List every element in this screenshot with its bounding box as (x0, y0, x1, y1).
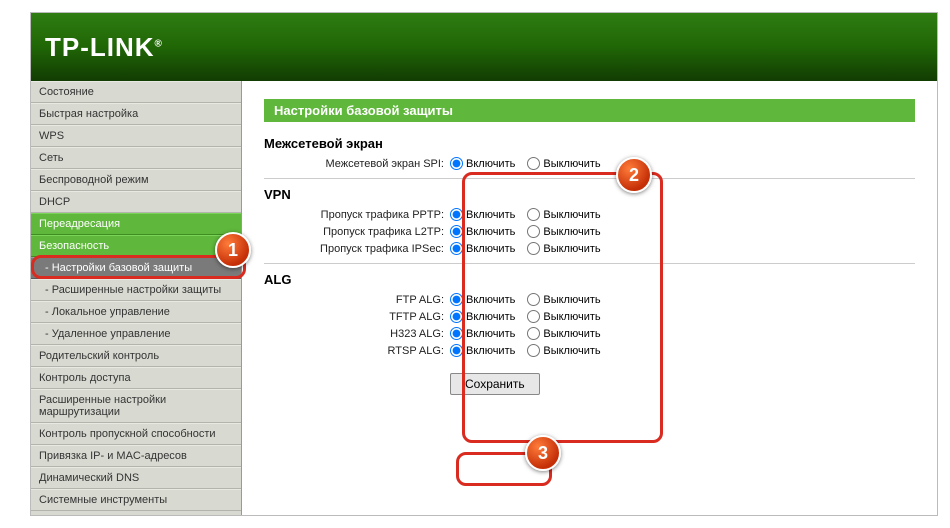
radio-option[interactable]: Выключить (527, 208, 600, 221)
radio-label: Включить (466, 294, 515, 306)
radio-option[interactable]: Выключить (527, 344, 600, 357)
radio-disable[interactable] (527, 225, 540, 238)
radio-label: Выключить (543, 294, 600, 306)
section-vpn-title: VPN (264, 187, 915, 202)
radio-label: Выключить (543, 345, 600, 357)
radio-label: Выключить (543, 243, 600, 255)
radio-enable[interactable] (450, 293, 463, 306)
sidebar-item-1[interactable]: Быстрая настройка (31, 103, 241, 125)
radio-label: Выключить (543, 158, 600, 170)
sidebar-item-4[interactable]: Беспроводной режим (31, 169, 241, 191)
radio-option[interactable]: Включить (450, 344, 515, 357)
sidebar: СостояниеБыстрая настройкаWPSСетьБеспров… (31, 81, 242, 515)
radio-label: Выключить (543, 226, 600, 238)
sidebar-item-10[interactable]: - Локальное управление (31, 301, 241, 323)
sidebar-item-2[interactable]: WPS (31, 125, 241, 147)
sidebar-item-5[interactable]: DHCP (31, 191, 241, 213)
radio-disable[interactable] (527, 157, 540, 170)
setting-label: FTP ALG: (264, 294, 450, 306)
radio-enable[interactable] (450, 225, 463, 238)
radio-enable[interactable] (450, 327, 463, 340)
setting-label: RTSP ALG: (264, 345, 450, 357)
sidebar-item-16[interactable]: Привязка IP- и MAC-адресов (31, 445, 241, 467)
sidebar-item-17[interactable]: Динамический DNS (31, 467, 241, 489)
radio-enable[interactable] (450, 157, 463, 170)
sidebar-item-6[interactable]: Переадресация (31, 213, 241, 235)
sidebar-item-7[interactable]: Безопасность (31, 235, 241, 257)
radio-label: Включить (466, 226, 515, 238)
setting-label: Пропуск трафика PPTP: (264, 209, 450, 221)
sidebar-item-11[interactable]: - Удаленное управление (31, 323, 241, 345)
radio-option[interactable]: Выключить (527, 293, 600, 306)
sidebar-item-12[interactable]: Родительский контроль (31, 345, 241, 367)
radio-option[interactable]: Включить (450, 327, 515, 340)
radio-label: Включить (466, 243, 515, 255)
page-title: Настройки базовой защиты (264, 99, 915, 122)
sidebar-item-3[interactable]: Сеть (31, 147, 241, 169)
radio-option[interactable]: Выключить (527, 225, 600, 238)
radio-disable[interactable] (527, 242, 540, 255)
radio-option[interactable]: Выключить (527, 310, 600, 323)
setting-row: Пропуск трафика L2TP: Включить Выключить (264, 225, 915, 238)
sidebar-item-18[interactable]: Системные инструменты (31, 489, 241, 511)
sidebar-item-8[interactable]: - Настройки базовой защиты (31, 257, 241, 279)
badge-2: 2 (616, 157, 652, 193)
setting-row: RTSP ALG: Включить Выключить (264, 344, 915, 357)
sidebar-item-13[interactable]: Контроль доступа (31, 367, 241, 389)
sidebar-item-9[interactable]: - Расширенные настройки защиты (31, 279, 241, 301)
setting-row: Пропуск трафика PPTP: Включить Выключить (264, 208, 915, 221)
radio-option[interactable]: Включить (450, 242, 515, 255)
content: Настройки базовой защиты Межсетевой экра… (242, 81, 937, 515)
setting-label: TFTP ALG: (264, 311, 450, 323)
radio-option[interactable]: Выключить (527, 242, 600, 255)
setting-label: Межсетевой экран SPI: (264, 158, 450, 170)
radio-enable[interactable] (450, 242, 463, 255)
radio-label: Включить (466, 158, 515, 170)
badge-1: 1 (215, 232, 251, 268)
radio-enable[interactable] (450, 344, 463, 357)
setting-row: FTP ALG: Включить Выключить (264, 293, 915, 306)
radio-disable[interactable] (527, 208, 540, 221)
sidebar-item-14[interactable]: Расширенные настройки маршрутизации (31, 389, 241, 423)
radio-disable[interactable] (527, 327, 540, 340)
section-firewall-title: Межсетевой экран (264, 136, 915, 151)
setting-row: H323 ALG: Включить Выключить (264, 327, 915, 340)
setting-row: TFTP ALG: Включить Выключить (264, 310, 915, 323)
radio-label: Включить (466, 345, 515, 357)
header: TP-LINK® (31, 13, 937, 81)
radio-disable[interactable] (527, 344, 540, 357)
save-button[interactable]: Сохранить (450, 373, 540, 395)
setting-row: Межсетевой экран SPI: Включить Выключить (264, 157, 915, 170)
radio-label: Включить (466, 328, 515, 340)
radio-option[interactable]: Включить (450, 157, 515, 170)
radio-label: Выключить (543, 209, 600, 221)
radio-option[interactable]: Включить (450, 310, 515, 323)
radio-option[interactable]: Включить (450, 225, 515, 238)
sidebar-item-15[interactable]: Контроль пропускной способности (31, 423, 241, 445)
section-alg-title: ALG (264, 272, 915, 287)
radio-disable[interactable] (527, 293, 540, 306)
sidebar-item-0[interactable]: Состояние (31, 81, 241, 103)
setting-row: Пропуск трафика IPSec: Включить Выключить (264, 242, 915, 255)
setting-label: Пропуск трафика L2TP: (264, 226, 450, 238)
radio-disable[interactable] (527, 310, 540, 323)
brand-logo: TP-LINK® (45, 32, 163, 63)
radio-label: Выключить (543, 311, 600, 323)
radio-label: Включить (466, 311, 515, 323)
setting-label: Пропуск трафика IPSec: (264, 243, 450, 255)
badge-3: 3 (525, 435, 561, 471)
radio-option[interactable]: Выключить (527, 327, 600, 340)
setting-label: H323 ALG: (264, 328, 450, 340)
radio-option[interactable]: Включить (450, 208, 515, 221)
radio-option[interactable]: Выключить (527, 157, 600, 170)
radio-enable[interactable] (450, 310, 463, 323)
radio-label: Включить (466, 209, 515, 221)
radio-label: Выключить (543, 328, 600, 340)
radio-option[interactable]: Включить (450, 293, 515, 306)
radio-enable[interactable] (450, 208, 463, 221)
